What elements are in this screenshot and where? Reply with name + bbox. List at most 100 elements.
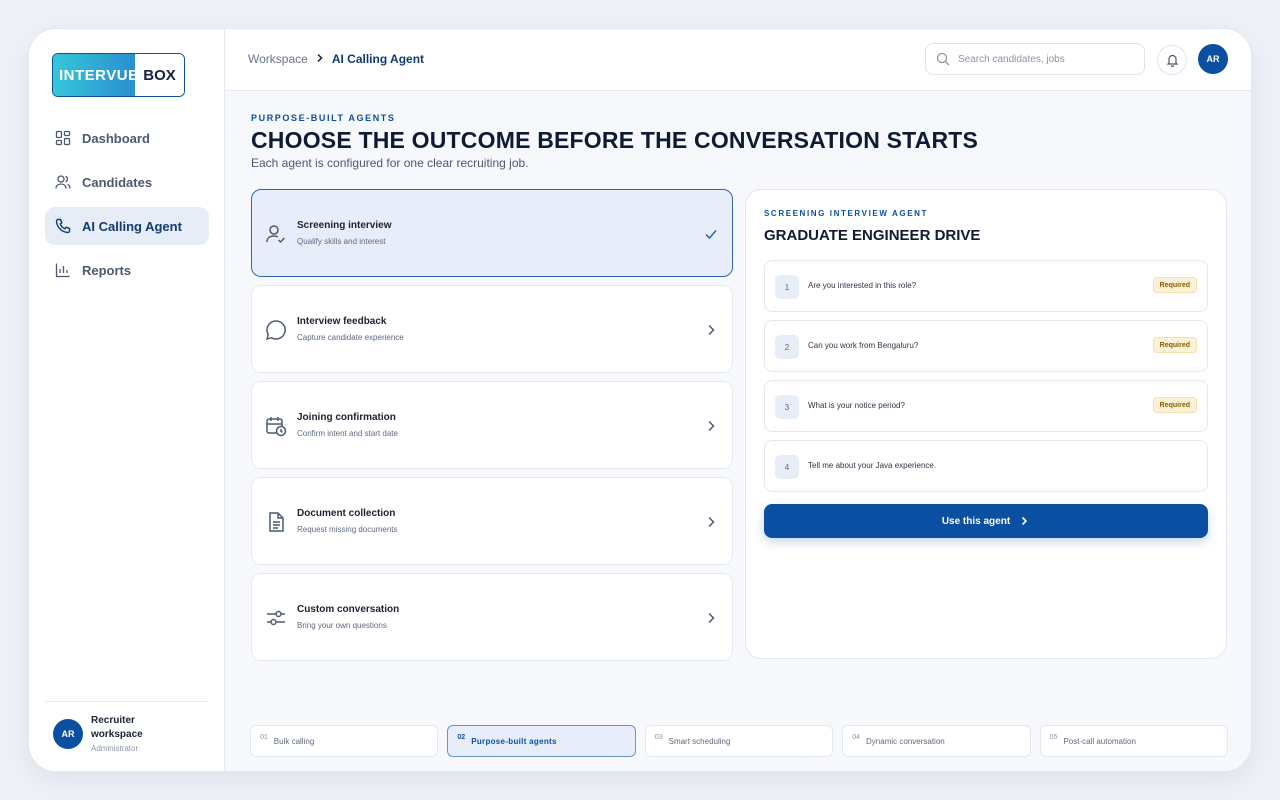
agent-name: Custom conversation: [297, 604, 400, 615]
search-input[interactable]: [958, 53, 1138, 65]
agent-name: Screening interview: [297, 220, 392, 231]
panel-eyebrow: SCREENING INTERVIEW AGENT: [764, 209, 929, 218]
step-label: Dynamic conversation: [866, 736, 945, 746]
chevron-right-icon: [708, 516, 715, 528]
chat-bubble-icon: [265, 320, 286, 341]
chevron-right-icon: [708, 420, 715, 432]
step-label: Bulk calling: [273, 736, 315, 746]
question-item[interactable]: 4 Tell me about your Java experience.: [764, 440, 1208, 492]
step-number: 05: [1049, 733, 1058, 741]
sidebar-nav: Dashboard Candidates AI Calling Agent Re…: [45, 119, 209, 295]
breadcrumb-current: AI Calling Agent: [331, 52, 425, 66]
question-item[interactable]: 3 What is your notice period? Required: [764, 380, 1208, 432]
sidebar-item-label: Candidates: [82, 174, 153, 190]
agent-name: Document collection: [297, 508, 396, 519]
app-window: INTERVUE BOX Dashboard Candidates AI Cal…: [28, 28, 1252, 772]
agent-description: Confirm intent and start date: [297, 429, 398, 438]
step-number: 02: [457, 733, 466, 741]
calendar-clock-icon: [266, 417, 287, 437]
agent-card-joining-confirmation[interactable]: Joining confirmation Confirm intent and …: [251, 381, 733, 469]
user-name: Recruiter workspace: [91, 715, 143, 740]
step-bulk-calling[interactable]: 01 Bulk calling: [250, 725, 439, 757]
agent-description: Bring your own questions: [297, 621, 387, 630]
user-role: Administrator: [91, 744, 139, 753]
question-text: Can you work from Bengaluru?: [808, 341, 919, 350]
bell-icon: [1166, 54, 1178, 67]
logo-text-right: BOX: [135, 54, 184, 96]
required-badge: Required: [1152, 337, 1197, 353]
bar-chart-icon: [55, 263, 70, 278]
step-label: Purpose-built agents: [471, 736, 557, 746]
question-text: Are you interested in this role?: [808, 281, 917, 290]
users-icon: [55, 175, 71, 189]
avatar[interactable]: AR: [1198, 44, 1228, 74]
question-item[interactable]: 1 Are you interested in this role? Requi…: [764, 260, 1208, 312]
required-badge: Required: [1152, 397, 1197, 413]
page-subtitle: Each agent is configured for one clear r…: [251, 156, 529, 170]
sidebar-item-label: AI Calling Agent: [82, 218, 182, 234]
use-agent-label: Use this agent: [941, 515, 1011, 527]
sidebar-user-info: Recruiter workspace Administrator: [91, 714, 161, 753]
agent-card-interview-feedback[interactable]: Interview feedback Capture candidate exp…: [251, 285, 733, 373]
sidebar-item-ai-calling-agent[interactable]: AI Calling Agent: [45, 207, 209, 245]
sidebar-user[interactable]: AR Recruiter workspace Administrator: [45, 701, 209, 753]
agent-name: Interview feedback: [297, 316, 387, 327]
step-label: Smart scheduling: [668, 736, 731, 746]
sidebar-item-dashboard[interactable]: Dashboard: [45, 119, 209, 157]
section-eyebrow: PURPOSE-BUILT AGENTS: [251, 113, 396, 123]
step-number: 01: [260, 733, 268, 741]
chevron-right-icon: [316, 52, 324, 66]
agent-description: Capture candidate experience: [297, 333, 404, 342]
use-agent-button[interactable]: Use this agent: [764, 504, 1208, 538]
question-number: 1: [775, 275, 799, 299]
dashboard-icon: [55, 130, 71, 146]
search-icon: [936, 52, 950, 66]
chevron-right-icon: [1022, 516, 1028, 526]
chevron-right-icon: [708, 324, 715, 336]
question-number: 3: [775, 395, 799, 419]
breadcrumb-workspace[interactable]: Workspace: [248, 52, 308, 66]
agent-card-custom-conversation[interactable]: Custom conversation Bring your own quest…: [251, 573, 733, 661]
agent-name: Joining confirmation: [297, 412, 396, 423]
step-purpose-built-agents[interactable]: 02 Purpose-built agents: [447, 725, 636, 757]
step-number: 03: [654, 733, 663, 741]
logo-text-left: INTERVUE: [53, 54, 138, 96]
sidebar: INTERVUE BOX Dashboard Candidates AI Cal…: [29, 29, 225, 771]
chevron-right-icon: [708, 612, 715, 624]
sidebar-item-candidates[interactable]: Candidates: [45, 163, 209, 201]
logo[interactable]: INTERVUE BOX: [52, 53, 185, 97]
question-text: What is your notice period?: [808, 401, 905, 410]
notifications-button[interactable]: [1157, 45, 1187, 75]
phone-icon: [55, 218, 71, 234]
sliders-icon: [267, 610, 285, 626]
avatar: AR: [53, 719, 83, 749]
required-badge: Required: [1152, 277, 1197, 293]
agent-detail-panel: SCREENING INTERVIEW AGENT GRADUATE ENGIN…: [745, 189, 1227, 659]
check-icon: [705, 230, 717, 240]
topbar: Workspace AI Calling Agent AR: [225, 29, 1251, 91]
user-check-icon: [266, 225, 286, 244]
question-item[interactable]: 2 Can you work from Bengaluru? Required: [764, 320, 1208, 372]
question-number: 4: [775, 455, 799, 479]
document-icon: [269, 512, 284, 532]
sidebar-item-label: Reports: [82, 262, 132, 278]
agent-description: Request missing documents: [297, 525, 398, 534]
step-dynamic-conversation[interactable]: 04 Dynamic conversation: [842, 725, 1031, 757]
panel-title: GRADUATE ENGINEER DRIVE: [764, 227, 981, 244]
agent-description: Qualify skills and interest: [297, 237, 386, 246]
breadcrumb: Workspace AI Calling Agent: [248, 52, 424, 66]
sidebar-item-label: Dashboard: [82, 130, 150, 146]
agent-card-screening-interview[interactable]: Screening interview Qualify skills and i…: [251, 189, 733, 277]
step-label: Post-call automation: [1063, 736, 1136, 746]
agent-card-document-collection[interactable]: Document collection Request missing docu…: [251, 477, 733, 565]
search-box[interactable]: [925, 43, 1145, 75]
question-number: 2: [775, 335, 799, 359]
question-text: Tell me about your Java experience.: [808, 461, 937, 470]
step-smart-scheduling[interactable]: 03 Smart scheduling: [644, 725, 834, 757]
feature-steps: 01 Bulk calling 02 Purpose-built agents …: [250, 725, 1229, 757]
sidebar-item-reports[interactable]: Reports: [45, 251, 209, 289]
question-list: 1 Are you interested in this role? Requi…: [764, 260, 1208, 500]
step-post-call-automation[interactable]: 05 Post-call automation: [1039, 725, 1229, 757]
step-number: 04: [852, 733, 861, 741]
page-title: CHOOSE THE OUTCOME BEFORE THE CONVERSATI…: [251, 127, 979, 153]
